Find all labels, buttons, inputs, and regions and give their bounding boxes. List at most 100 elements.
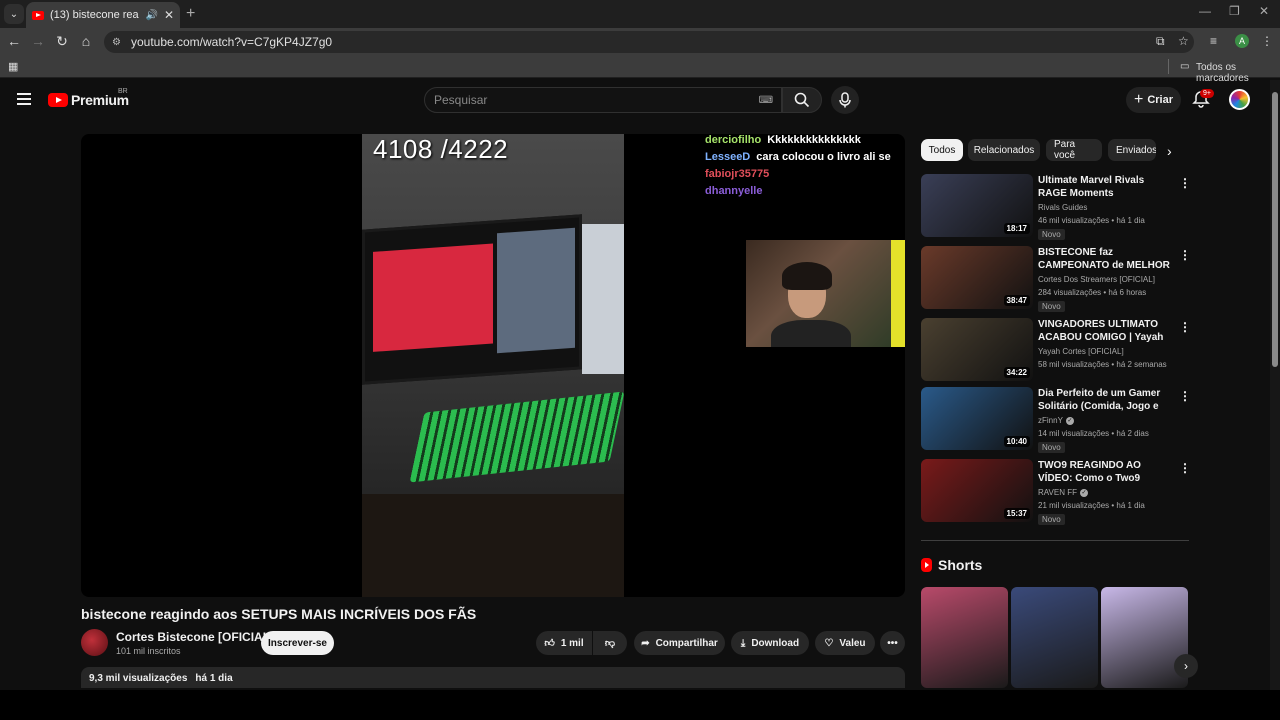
browser-menu-icon[interactable]: ⋮ <box>1261 34 1273 48</box>
voice-search-button[interactable] <box>831 86 859 114</box>
channel-name: Rivals Guides <box>1038 203 1088 212</box>
recommendation-title[interactable]: Dia Perfeito de um Gamer Solitário (Comi… <box>1038 387 1174 413</box>
super-thanks-icon: ♡ <box>824 637 834 649</box>
more-vertical-icon[interactable]: ⋮ <box>1179 248 1191 262</box>
site-info-icon[interactable]: ⚙ <box>112 37 121 48</box>
chip-enviados[interactable]: Enviados <box>1108 139 1156 161</box>
recommendation-title[interactable]: BISTECONE faz CAMPEONATO de MELHOR SETUP… <box>1038 246 1174 272</box>
recommendation-item[interactable]: 15:37 TWO9 REAGINDO AO VÍDEO: Como o Two9… <box>921 459 1191 525</box>
search-placeholder: Pesquisar <box>434 93 488 107</box>
webcam-background-light <box>891 240 905 347</box>
browser-tab[interactable]: (13) bistecone reagindo ao 🔊 ✕ <box>26 2 180 28</box>
back-icon[interactable]: ← <box>5 33 23 49</box>
chat-username: LesseeD <box>705 151 751 163</box>
more-vertical-icon[interactable]: ⋮ <box>1179 461 1191 475</box>
url-text: youtube.com/watch?v=C7gKP4JZ7g0 <box>130 35 333 49</box>
video-thumbnail[interactable]: 10:40 <box>921 387 1033 450</box>
audio-playing-icon[interactable]: 🔊 <box>145 10 157 21</box>
forward-icon[interactable]: → <box>29 33 47 49</box>
chat-username: dhannyelle <box>705 185 763 197</box>
new-tab-button[interactable]: + <box>186 5 195 23</box>
recommendation-item[interactable]: 38:47 BISTECONE faz CAMPEONATO de MELHOR … <box>921 246 1191 312</box>
channel-name: zFinnY <box>1038 416 1063 425</box>
reading-list-icon[interactable]: ≡ <box>1210 34 1217 48</box>
streamer-webcam <box>746 240 905 347</box>
footage-desk <box>362 494 624 597</box>
thumbs-down-icon: 👎︎ <box>604 638 616 649</box>
home-icon[interactable]: ⌂ <box>77 33 95 49</box>
chip-relacionados[interactable]: Relacionados <box>968 139 1040 161</box>
recommendation-title[interactable]: Ultimate Marvel Rivals RAGE Moments <box>1038 174 1174 200</box>
thanks-label: Valeu <box>839 637 866 649</box>
thumbs-up-icon: 👍︎ <box>544 638 555 649</box>
tab-title: (13) bistecone reagindo ao <box>50 9 139 21</box>
recommendation-channel[interactable]: Rivals Guides <box>1038 203 1087 212</box>
video-player[interactable]: 4108 /4222 derciofilho Kkkkkkkkkkkkkkk Les… <box>81 134 905 597</box>
short-thumbnail[interactable] <box>1011 587 1098 688</box>
scrollbar-thumb[interactable] <box>1272 92 1278 367</box>
video-thumbnail[interactable]: 34:22 <box>921 318 1033 381</box>
recommendation-channel[interactable]: Cortes Dos Streamers [OFICIAL] <box>1038 275 1155 284</box>
recommendation-title[interactable]: VINGADORES ULTIMATO ACABOU COMIGO | Yaya… <box>1038 318 1174 344</box>
share-button[interactable]: ➦ Compartilhar <box>634 631 725 655</box>
menu-icon[interactable] <box>17 93 31 105</box>
recommendation-meta: 58 mil visualizações • há 2 semanas <box>1038 360 1167 369</box>
bookmark-star-icon[interactable]: ☆ <box>1178 34 1189 48</box>
chip-para-voce[interactable]: Para você <box>1046 139 1102 161</box>
recommendation-channel[interactable]: zFinnY ✓ <box>1038 416 1074 425</box>
reload-icon[interactable]: ↻ <box>53 33 71 50</box>
short-thumbnail[interactable] <box>1101 587 1188 688</box>
more-vertical-icon[interactable]: ⋮ <box>1179 389 1191 403</box>
chip-todos[interactable]: Todos <box>921 139 963 161</box>
profile-avatar[interactable]: A <box>1235 34 1249 48</box>
thanks-button[interactable]: ♡ Valeu <box>815 631 875 655</box>
browser-toolbar: ← → ↻ ⌂ ⚙ youtube.com/watch?v=C7gKP4JZ7g… <box>0 28 1280 56</box>
recommendation-channel[interactable]: Yayah Cortes [OFICIAL] <box>1038 347 1124 356</box>
subscribe-button[interactable]: Inscrever-se <box>261 631 334 655</box>
account-avatar[interactable] <box>1229 89 1250 110</box>
apps-grid-icon[interactable]: ▦ <box>8 60 18 73</box>
minimize-icon[interactable]: — <box>1199 4 1211 18</box>
more-vertical-icon[interactable]: ⋮ <box>1179 320 1191 334</box>
create-button[interactable]: + Criar <box>1126 87 1181 113</box>
video-thumbnail[interactable]: 15:37 <box>921 459 1033 522</box>
close-tab-icon[interactable]: ✕ <box>164 8 174 22</box>
channel-avatar[interactable] <box>81 629 108 656</box>
video-thumbnail[interactable]: 38:47 <box>921 246 1033 309</box>
video-thumbnail[interactable]: 18:17 <box>921 174 1033 237</box>
search-button[interactable] <box>782 87 822 113</box>
dislike-button[interactable]: 👎︎ <box>593 631 627 655</box>
search-input[interactable]: Pesquisar ⌨ <box>424 87 782 113</box>
recommendation-item[interactable]: 18:17 Ultimate Marvel Rivals RAGE Moments… <box>921 174 1191 240</box>
channel-name[interactable]: Cortes Bistecone [OFICIAL] <box>116 630 274 644</box>
recommendation-item[interactable]: 34:22 VINGADORES ULTIMATO ACABOU COMIGO |… <box>921 318 1191 384</box>
address-bar[interactable]: ⚙ youtube.com/watch?v=C7gKP4JZ7g0 <box>104 31 1194 53</box>
recommendation-title[interactable]: TWO9 REAGINDO AO VÍDEO: Como o Two9 Perd… <box>1038 459 1174 485</box>
close-window-icon[interactable]: ✕ <box>1259 4 1269 18</box>
like-button[interactable]: 👍︎ 1 mil <box>536 631 592 655</box>
page-scrollbar[interactable] <box>1270 80 1280 690</box>
more-vertical-icon[interactable]: ⋮ <box>1179 176 1191 190</box>
description-box[interactable]: 9,3 mil visualizações há 1 dia <box>81 667 905 688</box>
upload-date: há 1 dia <box>195 673 233 684</box>
footage-screen-content <box>373 243 493 352</box>
keyboard-icon[interactable]: ⌨ <box>759 95 773 106</box>
subscriber-count: 101 mil inscritos <box>116 646 181 656</box>
tab-search-button[interactable]: ⌄ <box>4 4 24 24</box>
download-button[interactable]: ⤓ Download <box>731 631 809 655</box>
recommendation-item[interactable]: 10:40 Dia Perfeito de um Gamer Solitário … <box>921 387 1191 453</box>
download-icon: ⤓ <box>740 637 746 649</box>
youtube-logo[interactable]: Premium BR <box>48 88 129 108</box>
more-actions-button[interactable]: ••• <box>880 631 905 655</box>
section-divider <box>921 540 1189 541</box>
chevron-right-icon[interactable]: › <box>1167 143 1172 159</box>
install-app-icon[interactable]: ⧉ <box>1156 34 1165 49</box>
shorts-logo-icon <box>921 558 932 572</box>
short-thumbnail[interactable] <box>921 587 1008 688</box>
recommendation-channel[interactable]: RAVEN FF ✓ <box>1038 488 1088 497</box>
footage-monitor <box>362 214 582 385</box>
restore-icon[interactable]: ❐ <box>1229 4 1240 18</box>
shorts-next-icon[interactable]: › <box>1174 654 1198 678</box>
bookmarks-bar: ▦ ▭ Todos os marcadores <box>0 56 1280 84</box>
chat-message: fabiojr35775 <box>705 168 905 185</box>
